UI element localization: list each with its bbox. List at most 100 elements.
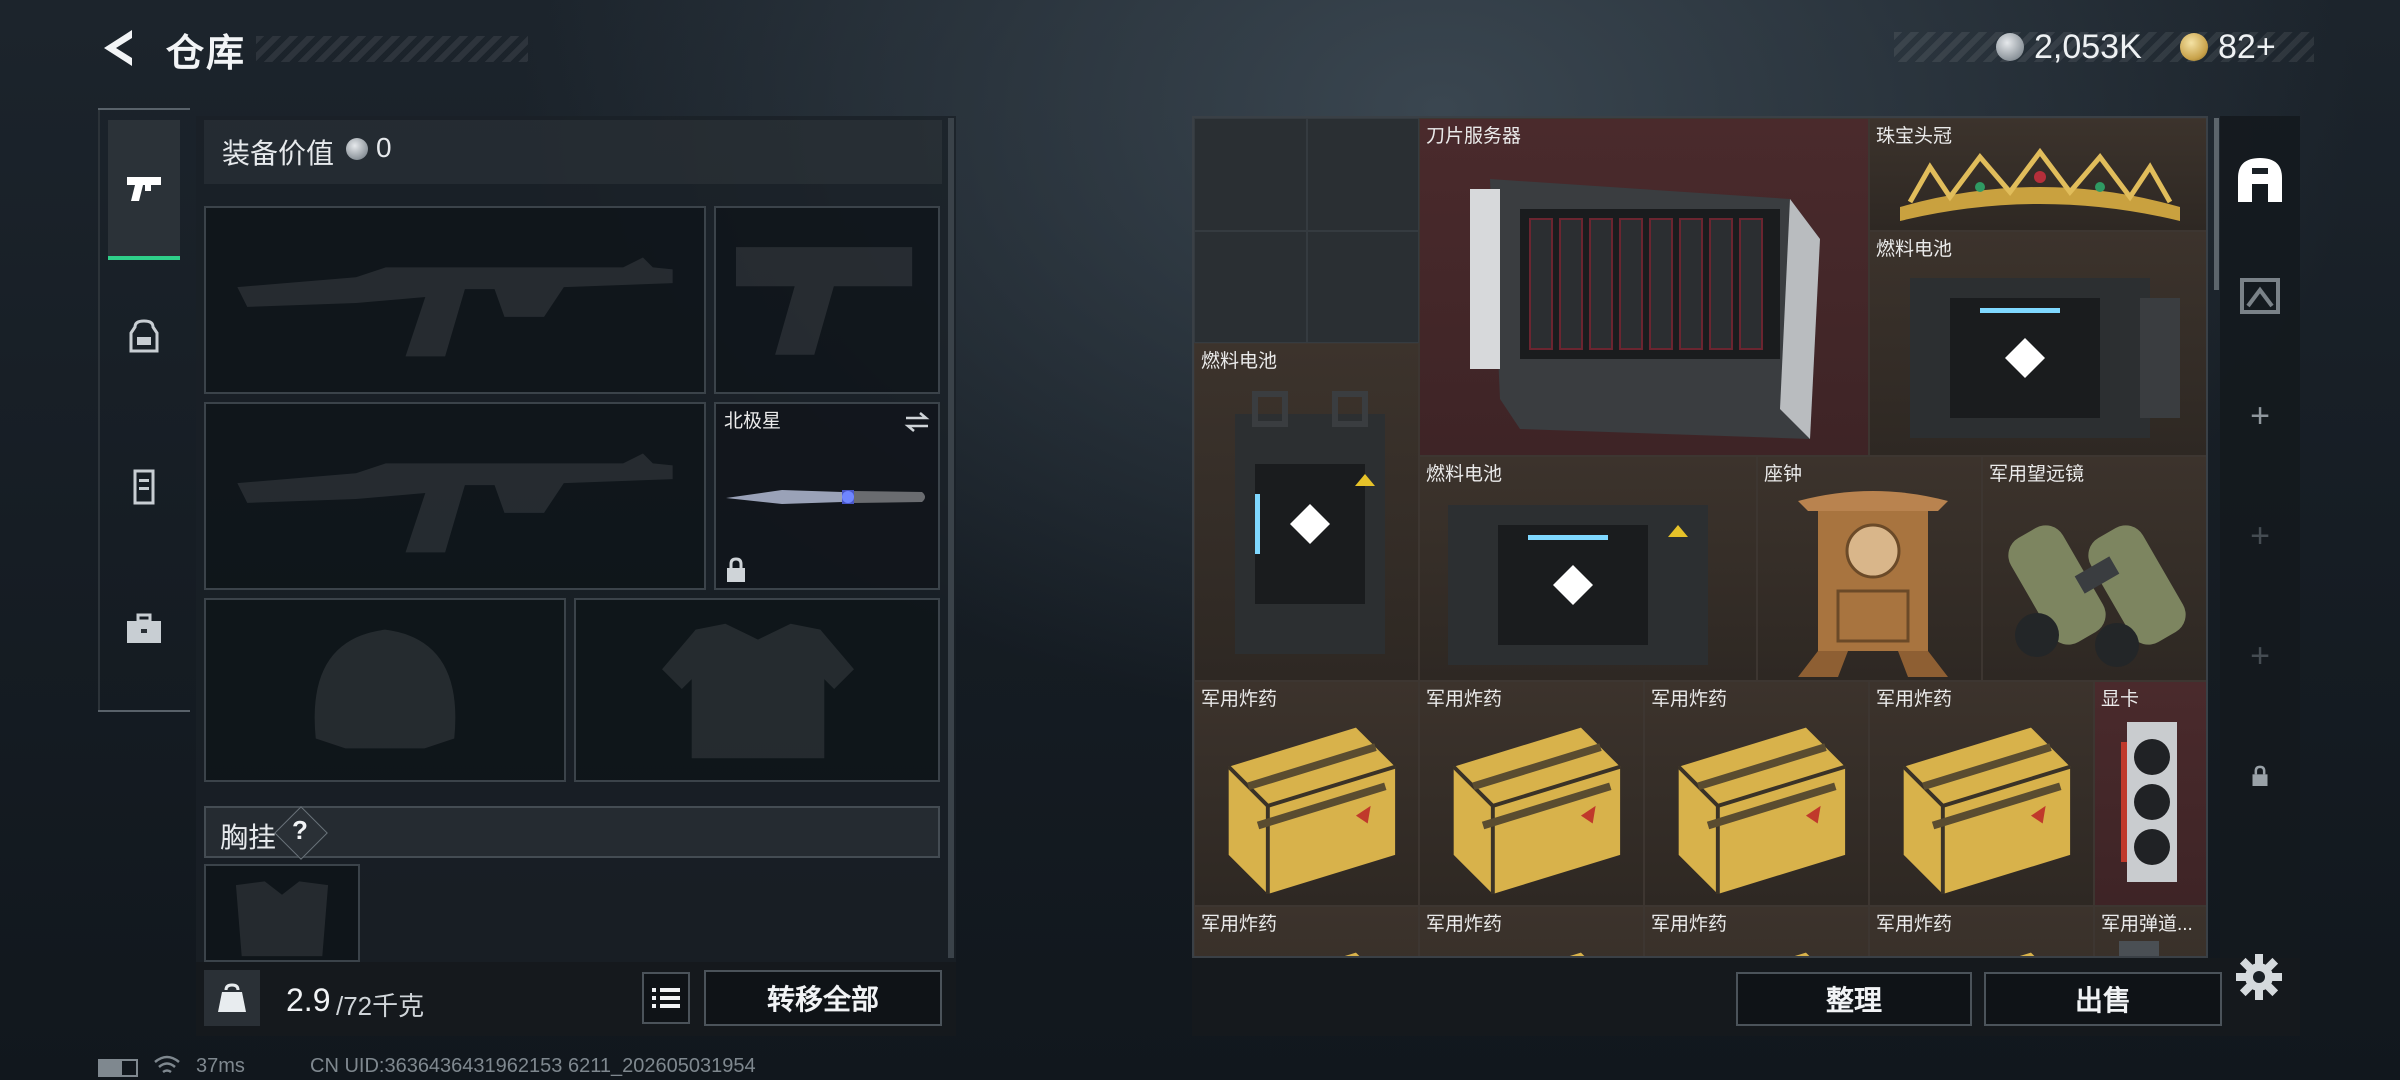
empty-cell[interactable] <box>1194 231 1307 343</box>
silver-balance: 2,053K <box>2034 28 2142 66</box>
add-page-button-disabled: + <box>2250 636 2270 675</box>
chest-rig-slot[interactable] <box>204 864 360 962</box>
explosive-crate-icon <box>1677 727 1846 894</box>
sell-button[interactable]: 出售 <box>1984 972 2222 1026</box>
locked-page <box>2220 740 2300 812</box>
item-label: 军用炸药 <box>1201 689 1278 710</box>
item-fuel-cell[interactable]: 燃料电池 <box>1194 343 1419 681</box>
blade-server-icon <box>1470 179 1820 439</box>
melee-slot[interactable]: 北极星 <box>714 402 940 590</box>
primary-weapon-slot-2[interactable] <box>204 402 706 590</box>
swap-icon[interactable] <box>902 410 932 434</box>
item-label: 燃料电池 <box>1876 239 1953 260</box>
warehouse-icon <box>2238 158 2282 202</box>
item-label: 军用炸药 <box>1426 689 1503 710</box>
equipment-value-label: 装备价值 <box>222 138 335 169</box>
item-label: 燃料电池 <box>1201 351 1278 372</box>
equipment-scrollbar[interactable] <box>948 118 954 958</box>
item-mantel-clock[interactable]: 座钟 <box>1757 456 1982 681</box>
expand-storage-icon <box>2240 278 2280 314</box>
weight-icon <box>218 983 246 1012</box>
storage-page-extra[interactable] <box>2220 256 2300 336</box>
battery-icon <box>98 1059 138 1077</box>
binoculars-icon <box>2008 525 2186 667</box>
item-blade-server[interactable]: 刀片服务器 <box>1419 118 1869 456</box>
sort-button[interactable]: 整理 <box>1736 972 1972 1026</box>
tab-weapons[interactable] <box>108 120 180 260</box>
item-explosive[interactable]: 军用炸药 <box>1419 681 1644 906</box>
fuel-cell-icon <box>1235 391 1385 654</box>
storage-scrollbar[interactable] <box>2214 118 2219 290</box>
item-ballistic[interactable]: 军用弹道... <box>2094 906 2206 956</box>
weight-max: /72千克 <box>336 991 425 1021</box>
pistol-icon <box>127 177 161 201</box>
uid-readout: CN UID:3636436431962153 6211_20260503195… <box>310 1055 756 1077</box>
empty-cell[interactable] <box>1307 118 1419 231</box>
item-explosive[interactable]: 军用炸药 <box>1194 681 1419 906</box>
item-explosive[interactable]: 军用炸药 <box>1194 906 1419 956</box>
add-page-button[interactable]: + <box>2220 380 2300 452</box>
armor-silhouette-icon <box>662 623 854 759</box>
title-decoration <box>256 36 528 62</box>
item-label: 军用弹道... <box>2101 914 2193 935</box>
tab-case[interactable] <box>108 594 180 666</box>
fuel-cell-icon <box>1910 278 2180 438</box>
explosive-crate-icon <box>1452 727 1621 894</box>
empty-cell[interactable] <box>1194 118 1307 231</box>
knife-icon <box>726 490 925 504</box>
pistol-slot[interactable] <box>714 206 940 394</box>
storage-page-main[interactable] <box>2220 140 2300 220</box>
chest-rig-silhouette-icon <box>235 881 329 957</box>
explosive-crate-icon <box>1569 952 1585 956</box>
item-label: 军用炸药 <box>1876 914 1953 935</box>
item-graphics-card[interactable]: 显卡 <box>2094 681 2206 906</box>
gold-coin-icon <box>2180 33 2208 61</box>
melee-name: 北极星 <box>724 411 782 432</box>
item-label: 军用炸药 <box>1876 689 1953 710</box>
helmet-silhouette-icon <box>314 629 456 749</box>
item-label: 军用望远镜 <box>1989 464 2085 485</box>
tab-armor[interactable] <box>108 450 180 522</box>
ballistic-item-icon <box>2119 941 2159 956</box>
primary-weapon-slot-1[interactable] <box>204 206 706 394</box>
add-page-button-disabled: + <box>2250 516 2270 555</box>
gold-balance[interactable]: 82+ <box>2218 28 2276 67</box>
item-explosive[interactable]: 军用炸药 <box>1869 681 2094 906</box>
explosive-crate-icon <box>1794 952 1810 956</box>
page-title: 仓库 <box>166 33 247 75</box>
mantel-clock-icon <box>1798 491 1948 677</box>
item-label: 显卡 <box>2101 689 2140 710</box>
item-fuel-cell[interactable]: 燃料电池 <box>1869 231 2206 456</box>
item-jeweled-crown[interactable]: 珠宝头冠 <box>1869 118 2206 231</box>
wifi-icon <box>154 1055 180 1074</box>
transfer-all-button[interactable]: 转移全部 <box>704 970 942 1026</box>
item-explosive[interactable]: 军用炸药 <box>1869 906 2094 956</box>
weight-icon-box <box>204 970 260 1026</box>
item-label: 军用炸药 <box>1426 914 1503 935</box>
item-explosive[interactable]: 军用炸药 <box>1644 681 1869 906</box>
rifle-silhouette-icon <box>237 453 673 553</box>
empty-cell[interactable] <box>1307 231 1419 343</box>
gear-icon <box>2236 954 2282 1000</box>
body-armor-slot[interactable] <box>574 598 940 782</box>
rifle-silhouette-icon <box>237 257 673 357</box>
chest-rig-label: 胸挂 <box>220 822 277 853</box>
tab-backpack[interactable] <box>108 300 180 372</box>
settings-button[interactable] <box>2234 952 2284 1002</box>
tab-rail-line <box>98 110 100 710</box>
item-binoculars[interactable]: 军用望远镜 <box>1982 456 2206 681</box>
explosive-crate-icon <box>2019 952 2035 956</box>
vest-icon <box>133 469 155 505</box>
item-explosive[interactable]: 军用炸药 <box>1644 906 1869 956</box>
item-explosive[interactable]: 军用炸药 <box>1419 906 1644 956</box>
silver-coin-icon <box>1996 33 2024 61</box>
lock-icon <box>727 557 745 582</box>
list-view-button[interactable] <box>642 972 690 1024</box>
back-button[interactable] <box>96 26 140 70</box>
item-label: 珠宝头冠 <box>1876 126 1953 147</box>
item-label: 刀片服务器 <box>1426 126 1522 147</box>
item-fuel-cell[interactable]: 燃料电池 <box>1419 456 1757 681</box>
list-icon <box>652 988 680 1008</box>
weight-current: 2.9 <box>286 982 331 1018</box>
helmet-slot[interactable] <box>204 598 566 782</box>
